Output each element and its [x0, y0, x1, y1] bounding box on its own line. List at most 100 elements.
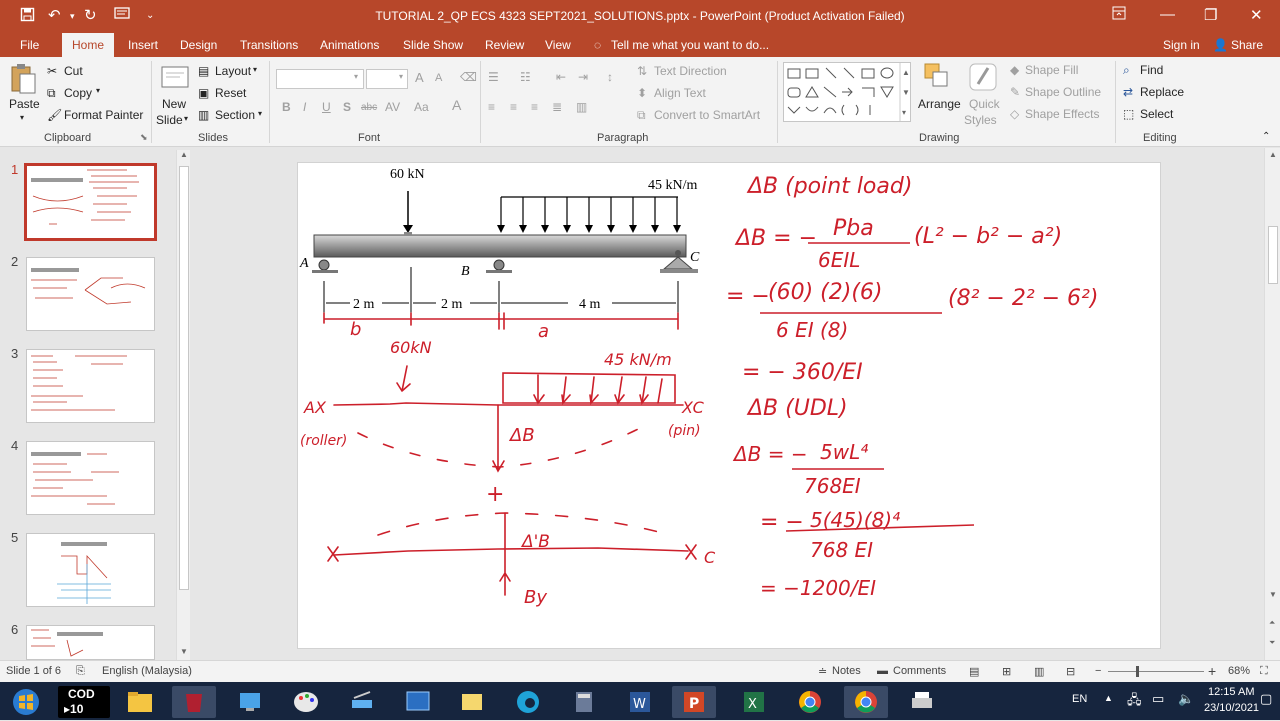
- notes-button[interactable]: Notes: [832, 665, 861, 677]
- align-text-button[interactable]: Align Text: [654, 86, 706, 100]
- cut-button[interactable]: Cut: [64, 64, 83, 78]
- fit-slide-icon[interactable]: ⛶: [1260, 665, 1268, 678]
- app-icon-red[interactable]: [172, 686, 216, 718]
- layout-button[interactable]: Layout: [215, 64, 251, 78]
- clear-format-icon[interactable]: ⌫: [460, 70, 477, 84]
- reading-view-icon[interactable]: ▥: [1034, 665, 1044, 678]
- cod-game-icon[interactable]: COD ▸10: [58, 686, 110, 718]
- zoom-slider-thumb[interactable]: [1136, 666, 1139, 677]
- tab-review[interactable]: Review: [485, 38, 524, 52]
- zoom-slider-track[interactable]: [1108, 671, 1204, 672]
- align-left-icon[interactable]: ≡: [488, 100, 495, 114]
- italic-button[interactable]: I: [303, 100, 306, 114]
- scroll-down-icon[interactable]: ▼: [1269, 590, 1277, 599]
- file-explorer-icon[interactable]: [118, 686, 162, 718]
- tray-overflow-icon[interactable]: ▲: [1104, 693, 1113, 703]
- numbering-icon[interactable]: ☷: [520, 70, 531, 84]
- zoom-level[interactable]: 68%: [1228, 665, 1250, 677]
- shapes-gallery[interactable]: ▲ ▼ ▾: [783, 62, 911, 122]
- quick-styles-icon[interactable]: [968, 62, 998, 95]
- decrease-indent-icon[interactable]: ⇤: [556, 70, 566, 84]
- slide-thumbnail-1[interactable]: [24, 163, 157, 241]
- replace-button[interactable]: Replace: [1140, 85, 1184, 99]
- zoom-out-icon[interactable]: −: [1095, 665, 1101, 677]
- battery-icon[interactable]: ▭: [1152, 691, 1164, 707]
- format-painter-button[interactable]: Format Painter: [64, 108, 143, 122]
- chrome-icon[interactable]: [788, 686, 832, 718]
- tab-design[interactable]: Design: [180, 38, 217, 52]
- close-icon[interactable]: ✕: [1250, 6, 1263, 24]
- tab-file[interactable]: File: [20, 38, 39, 52]
- paste-icon[interactable]: [9, 63, 37, 98]
- align-center-icon[interactable]: ≡: [510, 100, 517, 114]
- bold-button[interactable]: B: [282, 100, 291, 114]
- volume-icon[interactable]: 🔈: [1178, 691, 1194, 707]
- columns-icon[interactable]: ▥: [576, 100, 587, 114]
- strikethrough-button[interactable]: abc: [361, 102, 377, 113]
- powerpoint-icon[interactable]: P: [672, 686, 716, 718]
- language-indicator[interactable]: English (Malaysia): [102, 665, 192, 677]
- comments-button[interactable]: Comments: [893, 665, 946, 677]
- scroll-up-icon[interactable]: ▲: [180, 150, 188, 159]
- paint-icon[interactable]: [284, 686, 328, 718]
- clock-date[interactable]: 23/10/2021: [1204, 702, 1259, 714]
- layout-dropdown-icon[interactable]: ▾: [253, 65, 257, 74]
- tab-slide-show[interactable]: Slide Show: [403, 38, 463, 52]
- collapse-ribbon-icon[interactable]: ⌃: [1262, 131, 1270, 142]
- chrome-icon-2[interactable]: [844, 686, 888, 718]
- justify-icon[interactable]: ≣: [552, 100, 562, 114]
- copy-dropdown-icon[interactable]: ▾: [96, 86, 100, 95]
- arrange-button[interactable]: Arrange: [918, 97, 961, 111]
- bullets-icon[interactable]: ☰: [488, 70, 499, 84]
- align-right-icon[interactable]: ≡: [531, 100, 538, 114]
- grow-font-icon[interactable]: A: [415, 70, 424, 85]
- new-slide-button-line2[interactable]: Slide: [156, 113, 183, 127]
- shape-effects-button[interactable]: Shape Effects: [1025, 107, 1100, 121]
- minimize-icon[interactable]: —: [1160, 6, 1175, 23]
- shape-outline-button[interactable]: Shape Outline: [1025, 85, 1101, 99]
- snipping-tool-icon[interactable]: [340, 686, 384, 718]
- increase-indent-icon[interactable]: ⇥: [578, 70, 588, 84]
- char-spacing-button[interactable]: AV: [385, 100, 400, 114]
- shrink-font-icon[interactable]: A: [435, 72, 442, 84]
- convert-smartart-button[interactable]: Convert to SmartArt: [654, 108, 760, 122]
- input-language[interactable]: EN: [1072, 693, 1087, 705]
- paste-dropdown-icon[interactable]: ▾: [20, 113, 24, 122]
- normal-view-icon[interactable]: ▤: [969, 665, 979, 678]
- slide-sorter-icon[interactable]: ⊞: [1002, 665, 1011, 678]
- find-button[interactable]: Find: [1140, 63, 1163, 77]
- font-family-combo[interactable]: [276, 69, 364, 89]
- word-icon[interactable]: W: [618, 686, 662, 718]
- font-family-dropdown-icon[interactable]: ▾: [354, 72, 358, 81]
- sticky-notes-icon[interactable]: [450, 686, 494, 718]
- ribbon-display-icon[interactable]: [1112, 6, 1126, 24]
- line-spacing-icon[interactable]: ↕: [607, 70, 613, 84]
- slide-thumbnail-5[interactable]: [26, 533, 155, 607]
- quick-styles-button[interactable]: Quick: [969, 97, 1000, 111]
- thumbnail-scrollbar[interactable]: ▲ ▼: [176, 150, 190, 660]
- scroll-up-icon[interactable]: ▲: [1269, 150, 1277, 159]
- slide-thumbnail-2[interactable]: [26, 257, 155, 331]
- start-button[interactable]: [6, 686, 46, 718]
- remote-desktop-icon[interactable]: [396, 686, 440, 718]
- quick-styles-button-line2[interactable]: Styles: [964, 113, 997, 127]
- tab-animations[interactable]: Animations: [320, 38, 379, 52]
- clipboard-launcher-icon[interactable]: ⬊: [140, 132, 148, 143]
- spell-check-icon[interactable]: ⎘: [76, 665, 85, 678]
- edge-browser-icon[interactable]: [506, 686, 550, 718]
- slide-thumbnail-4[interactable]: [26, 441, 155, 515]
- select-button[interactable]: Select: [1140, 107, 1173, 121]
- notification-icon[interactable]: ▢: [1260, 691, 1272, 707]
- slide-thumbnail-6[interactable]: [26, 625, 155, 660]
- new-slide-dropdown-icon[interactable]: ▾: [184, 114, 188, 123]
- tab-transitions[interactable]: Transitions: [240, 38, 298, 52]
- section-dropdown-icon[interactable]: ▾: [258, 109, 262, 118]
- new-slide-button[interactable]: New: [162, 97, 186, 111]
- slide-scroll-thumb[interactable]: [1268, 226, 1278, 284]
- zoom-in-icon[interactable]: +: [1208, 663, 1216, 679]
- slide-thumbnail-3[interactable]: [26, 349, 155, 423]
- section-button[interactable]: Section: [215, 108, 255, 122]
- excel-icon[interactable]: X: [732, 686, 776, 718]
- slideshow-view-icon[interactable]: ⊟: [1066, 665, 1075, 678]
- next-slide-icon[interactable]: ⏷: [1269, 638, 1275, 648]
